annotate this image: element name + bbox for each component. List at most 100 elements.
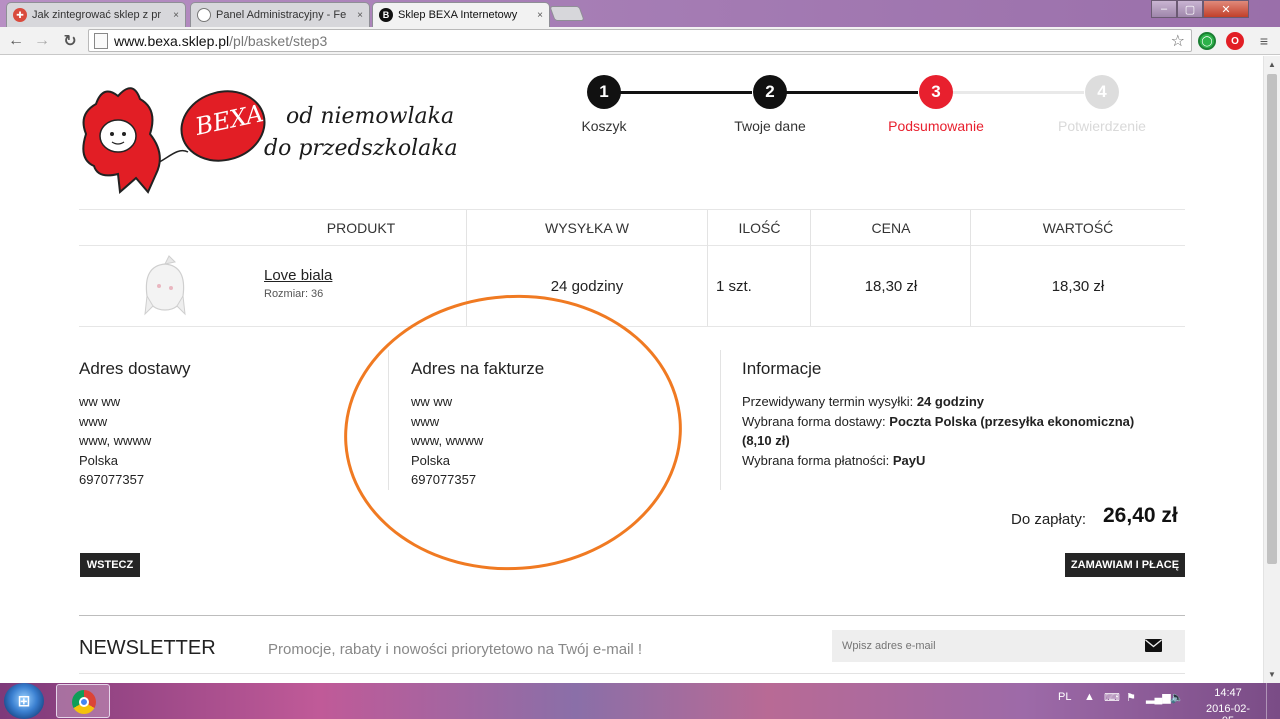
col-header-price: CENA	[871, 220, 911, 236]
step-1-label[interactable]: Koszyk	[534, 118, 674, 134]
scroll-up-arrow-icon[interactable]: ▲	[1264, 56, 1280, 73]
envelope-icon[interactable]	[1145, 639, 1162, 652]
page-content: BEXA od niemowlaka do przedszkolaka 1 2 …	[0, 56, 1263, 683]
clock-date[interactable]: 2016-02-05	[1200, 703, 1256, 719]
delivery-country: Polska	[79, 453, 119, 468]
browser-tab-1[interactable]: ✚ Jak zintegrować sklep z pr ×	[6, 2, 186, 27]
scrollbar-thumb[interactable]	[1267, 74, 1277, 564]
basket-table-header: PRODUKT WYSYŁKA W ILOŚĆ CENA WARTOŚĆ	[79, 209, 1185, 246]
close-window-button[interactable]: ✕	[1203, 0, 1249, 18]
tray-expand-icon[interactable]: ▲	[1084, 691, 1095, 703]
bexa-favicon-icon: B	[379, 8, 393, 22]
quantity: 1 szt.	[716, 277, 752, 295]
browser-tab-3[interactable]: B Sklep BEXA Internetowy ×	[372, 2, 550, 27]
delivery-name: ww ww	[79, 394, 121, 409]
tab-label: Sklep BEXA Internetowy	[398, 9, 518, 21]
reload-button[interactable]: ↻	[60, 31, 80, 51]
lifebuoy-icon: ✚	[13, 8, 27, 22]
invoice-phone: 697077357	[411, 472, 477, 487]
invoice-name: ww ww	[411, 394, 453, 409]
extension-opera-icon[interactable]: O	[1226, 32, 1244, 50]
section-divider	[720, 350, 721, 490]
invoice-country: Polska	[411, 453, 451, 468]
step-1-circle[interactable]: 1	[587, 75, 621, 109]
page-scrollbar[interactable]: ▲ ▼	[1263, 56, 1280, 683]
product-thumbnail[interactable]	[135, 252, 195, 320]
language-indicator[interactable]: PL	[1058, 691, 1071, 703]
info-delivery-cost: (8,10 zł)	[742, 431, 1182, 451]
new-tab-button[interactable]	[549, 6, 585, 21]
chrome-menu-icon[interactable]: ≡	[1254, 31, 1274, 51]
taskbar-chrome-button[interactable]	[56, 684, 110, 718]
section-divider	[388, 350, 389, 490]
url-host: www.bexa.sklep.pl	[114, 32, 230, 49]
step-2-label[interactable]: Twoje dane	[700, 118, 840, 134]
action-center-icon[interactable]: ⚑	[1126, 691, 1136, 704]
close-icon[interactable]: ×	[537, 10, 543, 21]
network-signal-icon[interactable]: ▂▄▆	[1146, 691, 1171, 704]
step-4-label: Potwierdzenie	[1058, 118, 1146, 134]
step-connector	[786, 91, 918, 94]
clock-time[interactable]: 14:47	[1200, 687, 1256, 699]
minimize-button[interactable]: –	[1151, 0, 1177, 18]
newsletter-divider	[79, 615, 1185, 616]
logo-slogan-line2: do przedszkolaka	[264, 136, 458, 161]
newsletter-title: NEWSLETTER	[79, 637, 216, 659]
newsletter-email-input[interactable]	[832, 630, 1132, 662]
logo-slogan-line1: od niemowlaka	[286, 104, 455, 129]
browser-tab-2[interactable]: Panel Administracyjny - Fe ×	[190, 2, 370, 27]
volume-icon[interactable]: 🔈	[1170, 691, 1184, 704]
table-row: Love biala Rozmiar: 36 24 godziny 1 szt.…	[79, 246, 1185, 327]
info-title: Informacje	[742, 359, 822, 378]
unit-price: 18,30 zł	[864, 277, 918, 295]
invoice-city: www, wwww	[411, 433, 484, 448]
forward-button[interactable]: →	[32, 31, 52, 51]
info-payment-label: Wybrana forma płatności:	[742, 453, 893, 468]
bexa-logo[interactable]	[78, 74, 438, 196]
show-desktop-button[interactable]	[1266, 683, 1280, 719]
chrome-icon	[72, 690, 96, 714]
back-step-button[interactable]: WSTECZ	[80, 553, 140, 577]
invoice-address-title: Adres na fakturze	[411, 359, 545, 378]
maximize-button[interactable]: ▢	[1177, 0, 1203, 18]
info-payment-method: Wybrana forma płatności: PayU	[742, 451, 1182, 471]
info-shipping-value: 24 godziny	[916, 394, 985, 409]
invoice-street: www	[411, 414, 440, 429]
browser-titlebar: ✚ Jak zintegrować sklep z pr × Panel Adm…	[0, 0, 1280, 27]
step-connector	[952, 91, 1084, 94]
step-3-label: Podsumowanie	[888, 118, 984, 134]
close-icon[interactable]: ×	[173, 10, 179, 21]
total-label: Do zapłaty:	[1011, 511, 1087, 528]
tab-label: Panel Administracyjny - Fe	[216, 9, 347, 21]
extension-green-icon[interactable]: ◯	[1198, 32, 1216, 50]
total-amount: 26,40 zł	[1103, 504, 1178, 527]
info-delivery-value: Poczta Polska (przesyłka ekonomiczna)	[889, 414, 1135, 429]
bookmark-star-icon[interactable]: ☆	[1171, 31, 1185, 51]
info-delivery-cost-value: (8,10 zł)	[742, 433, 790, 448]
newsletter-email-field[interactable]	[832, 630, 1185, 662]
info-delivery-label: Wybrana forma dostawy:	[742, 414, 890, 429]
page-icon	[94, 32, 108, 49]
url-path: /pl/basket/step3	[229, 32, 328, 49]
order-and-pay-button[interactable]: ZAMAWIAM I PŁACĘ	[1065, 553, 1185, 577]
windows-start-button[interactable]: ⊞	[4, 683, 44, 719]
tab-label: Jak zintegrować sklep z pr	[32, 9, 161, 21]
delivery-city: www, wwww	[79, 433, 152, 448]
scroll-down-arrow-icon[interactable]: ▼	[1264, 666, 1280, 683]
windows-taskbar: ⊞ PL ▲ ⌨ ⚑ ▂▄▆ 🔈 14:47 2016-02-05	[0, 683, 1280, 719]
line-total: 18,30 zł	[1051, 277, 1105, 295]
back-button[interactable]: ←	[6, 31, 26, 51]
info-shipping-time: Przewidywany termin wysyłki: 24 godziny	[742, 392, 1182, 412]
close-icon[interactable]: ×	[357, 10, 363, 21]
step-3-circle: 3	[919, 75, 953, 109]
page-icon	[197, 8, 211, 22]
newsletter-text: Promocje, rabaty i nowości priorytetowo …	[268, 641, 643, 658]
product-name-link[interactable]: Love biala	[264, 267, 332, 284]
keyboard-icon[interactable]: ⌨	[1104, 691, 1120, 704]
col-header-quantity: ILOŚĆ	[738, 220, 781, 236]
col-header-product: PRODUKT	[326, 220, 396, 236]
col-header-value: WARTOŚĆ	[1042, 220, 1114, 236]
step-2-circle[interactable]: 2	[753, 75, 787, 109]
address-bar[interactable]: www.bexa.sklep.pl/pl/basket/step3 ☆	[88, 29, 1192, 52]
step-4-circle: 4	[1085, 75, 1119, 109]
